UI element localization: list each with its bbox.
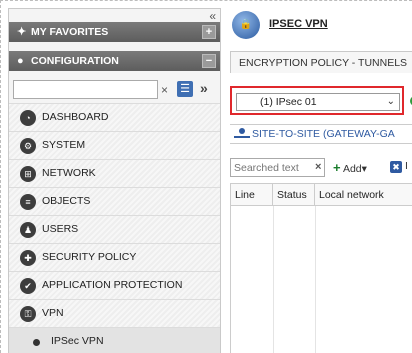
my-favorites-header[interactable]: ✦ MY FAVORITES +: [9, 22, 220, 42]
section-label: SITE-TO-SITE (GATEWAY-GA: [252, 128, 395, 140]
star-icon: ✦: [17, 26, 27, 38]
app-window: « ✦ MY FAVORITES + ● CONFIGURATION − × ☰ »…: [0, 0, 412, 353]
grid-search-input[interactable]: [230, 158, 325, 177]
sidebar-search-input[interactable]: [13, 80, 158, 99]
favorites-toggle-button[interactable]: +: [202, 25, 216, 39]
sidebar-item-system[interactable]: ⚙ SYSTEM: [9, 131, 220, 159]
grid-toolbar: × + Add▾ ✖ I: [230, 158, 412, 178]
configuration-label: CONFIGURATION: [31, 55, 119, 67]
delete-icon[interactable]: ✖: [390, 161, 402, 173]
sidebar-item-label: NETWORK: [42, 167, 96, 179]
application-protection-icon: ✔: [20, 278, 36, 294]
sidebar-subitem-ipsec-vpn[interactable]: IPSec VPN: [9, 327, 220, 353]
column-header-local-network[interactable]: Local network: [315, 184, 412, 206]
column-header-status[interactable]: Status: [273, 184, 315, 206]
sidebar-item-label: APPLICATION PROTECTION: [42, 279, 183, 291]
app-header: 🔒 IPSEC VPN: [226, 8, 412, 44]
chevron-down-icon: ⌄: [386, 96, 395, 107]
column-header-line[interactable]: Line: [231, 184, 273, 206]
sidebar-item-users[interactable]: ♟ USERS: [9, 215, 220, 243]
tunnels-grid: Line Status Local network: [230, 183, 412, 353]
collapse-sidebar-button[interactable]: «: [209, 9, 216, 23]
sidebar: « ✦ MY FAVORITES + ● CONFIGURATION − × ☰ »…: [8, 8, 221, 353]
main-panel: 🔒 IPSEC VPN ENCRYPTION POLICY - TUNNELS …: [226, 8, 412, 353]
sidebar-item-security-policy[interactable]: ✚ SECURITY POLICY: [9, 243, 220, 271]
sidebar-item-label: VPN: [42, 307, 64, 319]
policy-select-area: (1) IPsec 01 ⌄: [230, 86, 412, 116]
sidebar-item-application-protection[interactable]: ✔ APPLICATION PROTECTION: [9, 271, 220, 299]
plus-icon: +: [333, 160, 341, 175]
sidebar-item-dashboard[interactable]: ◔ DASHBOARD: [9, 103, 220, 131]
sidebar-item-label: SECURITY POLICY: [42, 251, 137, 263]
sidebar-item-label: SYSTEM: [42, 139, 86, 151]
configuration-header[interactable]: ● CONFIGURATION −: [9, 51, 220, 71]
expand-menu-button[interactable]: »: [200, 80, 208, 96]
sidebar-item-label: USERS: [42, 223, 79, 235]
security-policy-icon: ✚: [20, 250, 36, 266]
add-button-label: Add: [342, 163, 362, 175]
policy-select-value: (1) IPsec 01: [260, 96, 317, 108]
column-divider: [315, 206, 316, 353]
site-to-site-section[interactable]: SITE-TO-SITE (GATEWAY-GA: [230, 124, 412, 144]
grid-header: Line Status Local network: [231, 184, 412, 206]
sidebar-item-label: OBJECTS: [42, 195, 91, 207]
bullet-icon: [33, 339, 40, 346]
configuration-icon: ●: [17, 55, 24, 67]
clear-search-icon[interactable]: ×: [161, 83, 168, 97]
network-icon: ⊞: [20, 166, 36, 182]
system-icon: ⚙: [20, 138, 36, 154]
vpn-lock-icon: 🔒: [232, 11, 260, 39]
sidebar-subitem-label: IPSec VPN: [51, 335, 104, 347]
policy-select[interactable]: (1) IPsec 01 ⌄: [236, 93, 400, 111]
sidebar-item-network[interactable]: ⊞ NETWORK: [9, 159, 220, 187]
configuration-toggle-button[interactable]: −: [202, 54, 216, 68]
add-button[interactable]: + Add▾: [333, 160, 367, 175]
clear-grid-search-icon[interactable]: ×: [315, 161, 321, 173]
sidebar-item-label: DASHBOARD: [42, 111, 109, 123]
objects-icon: ≡: [20, 194, 36, 210]
delete-button-label[interactable]: I: [405, 160, 408, 172]
tab-encryption-policy[interactable]: ENCRYPTION POLICY - TUNNELS: [230, 51, 412, 73]
page-title[interactable]: IPSEC VPN: [269, 18, 328, 30]
vpn-icon: ⚿: [20, 306, 36, 322]
users-icon: ♟: [20, 222, 36, 238]
sidebar-item-objects[interactable]: ≡ OBJECTS: [9, 187, 220, 215]
column-divider: [273, 206, 274, 353]
list-view-icon[interactable]: ☰: [177, 81, 193, 97]
site-to-site-node-icon: [239, 128, 245, 134]
my-favorites-label: MY FAVORITES: [31, 26, 109, 38]
highlight-box: (1) IPsec 01 ⌄: [230, 86, 404, 115]
sidebar-search-row: × ☰ »: [13, 80, 217, 100]
sidebar-item-vpn[interactable]: ⚿ VPN: [9, 299, 220, 327]
dashboard-icon: ◔: [20, 110, 36, 126]
